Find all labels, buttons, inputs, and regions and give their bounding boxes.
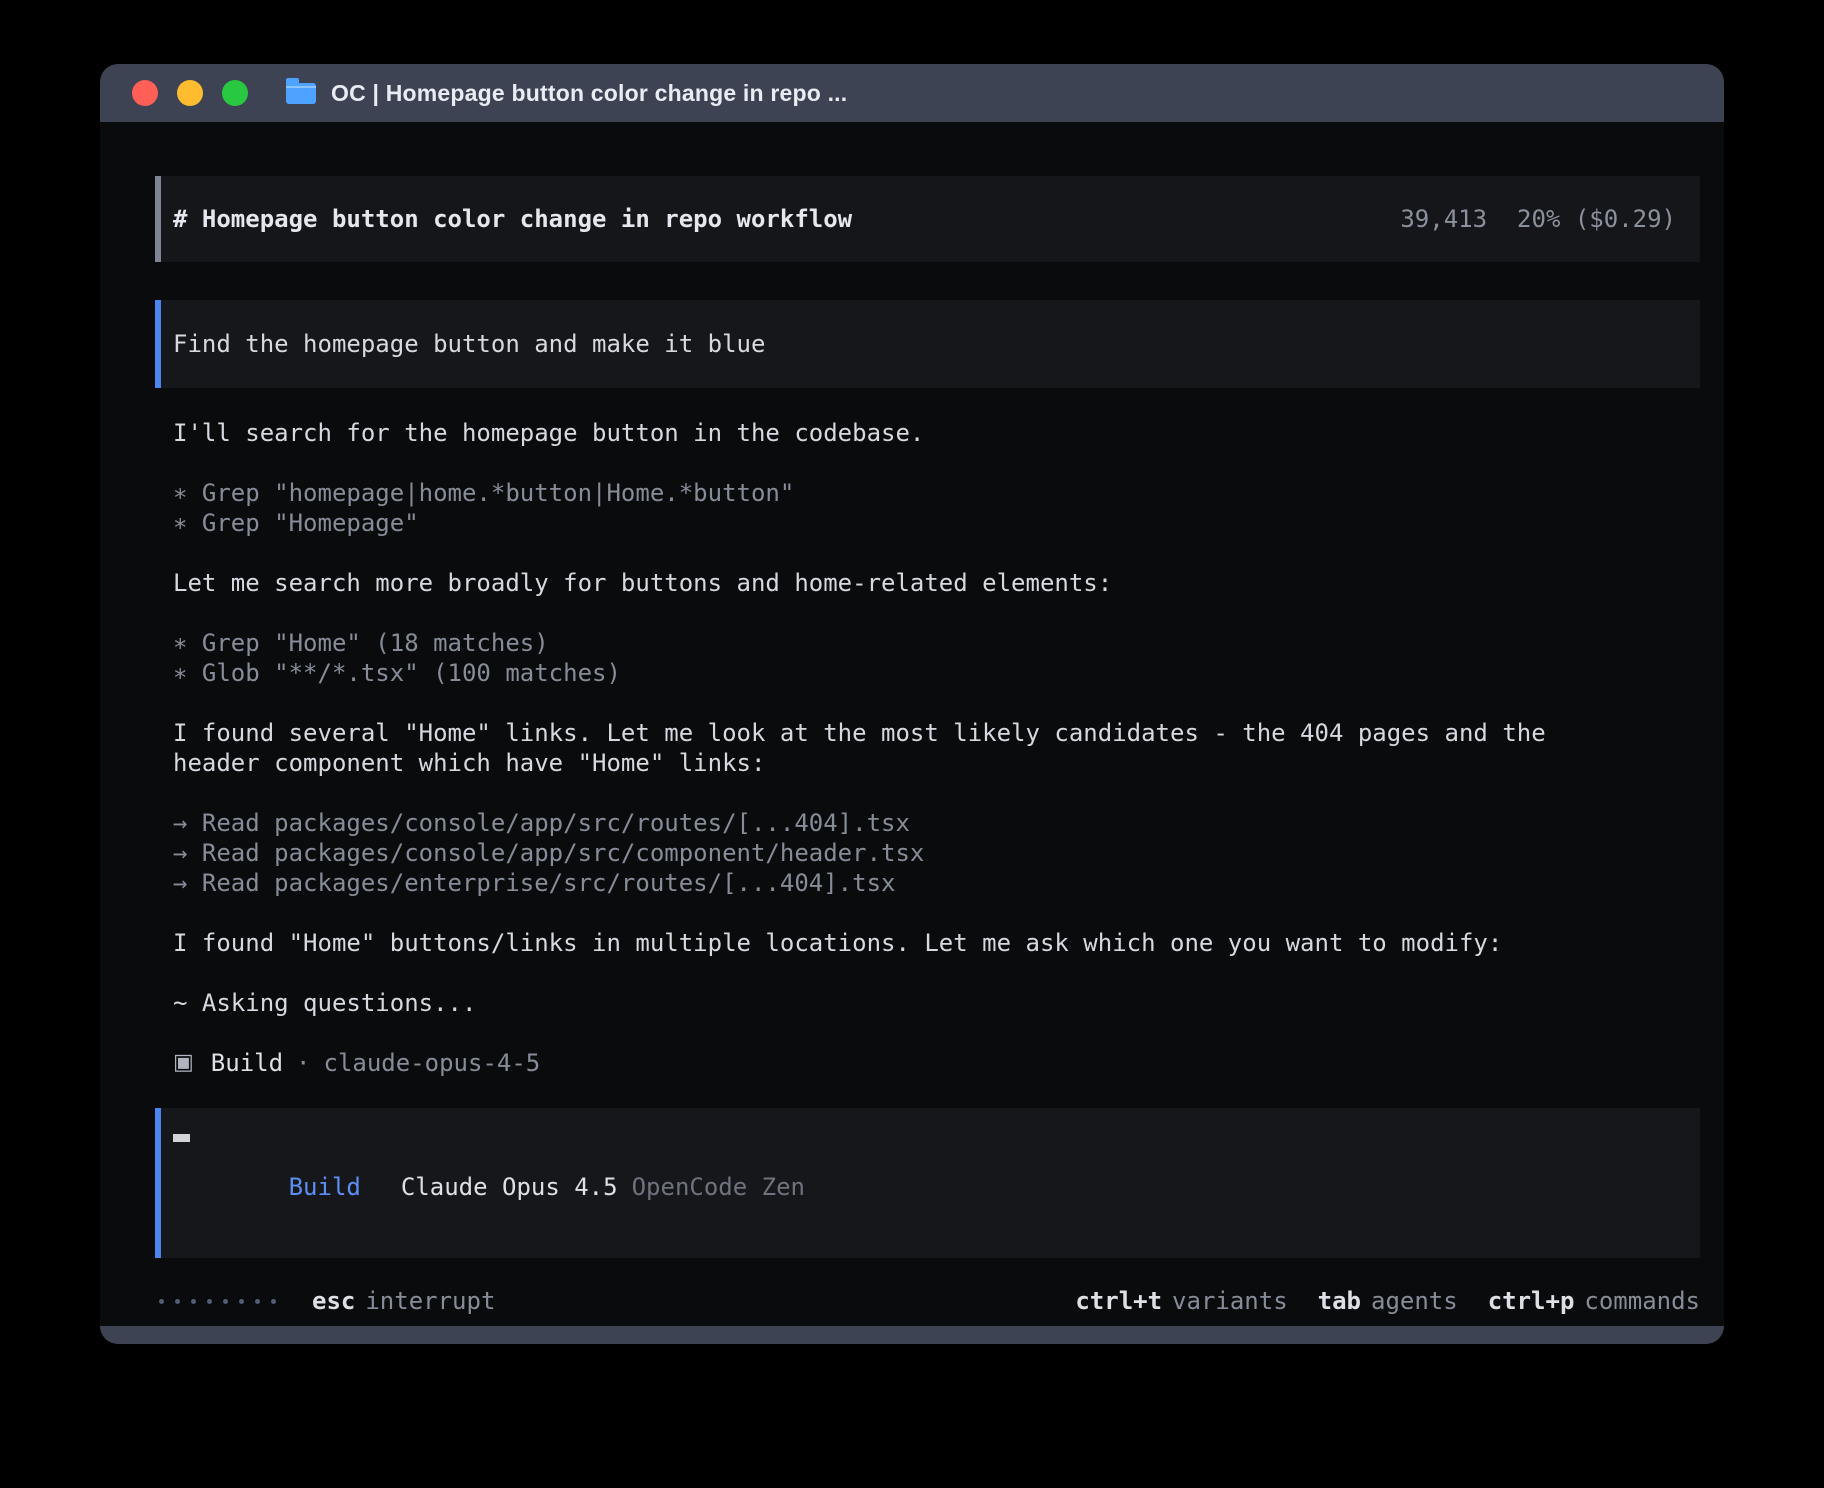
tool-call-line: ∗ Grep "homepage|home.*button|Home.*butt…	[173, 478, 1700, 508]
model-label: Claude Opus 4.5	[401, 1173, 618, 1201]
shortcut-key: tab	[1318, 1286, 1361, 1316]
folder-icon	[286, 83, 316, 104]
status-bar-shortcuts: ctrl+t variants tab agents ctrl+p commands	[1075, 1286, 1700, 1316]
tool-call-line: → Read packages/enterprise/src/routes/[.…	[173, 868, 1700, 898]
assistant-text: I'll search for the homepage button in t…	[155, 418, 1700, 448]
agent-name: Build	[211, 1048, 283, 1078]
progress-dot	[223, 1299, 228, 1304]
shortcut-label: commands	[1584, 1286, 1700, 1316]
text-line: header component which have "Home" links…	[173, 748, 1700, 778]
conversation: I'll search for the homepage button in t…	[155, 418, 1700, 1018]
progress-dot	[175, 1299, 180, 1304]
input-status-row: Build Claude Opus 4.5 OpenCode Zen	[173, 1142, 805, 1232]
status-bar-left: esc interrupt	[159, 1286, 495, 1316]
agent-status-row: ▣ Build · claude-opus-4-5	[155, 1048, 1700, 1078]
text-line: I found several "Home" links. Let me loo…	[173, 718, 1700, 748]
agent-mode-label[interactable]: Build	[289, 1173, 361, 1201]
window-title: OC | Homepage button color change in rep…	[331, 80, 847, 107]
shortcut-key: ctrl+p	[1488, 1286, 1575, 1316]
tool-call-group: ∗ Grep "homepage|home.*button|Home.*butt…	[155, 478, 1700, 538]
esc-key-label: interrupt	[365, 1286, 495, 1316]
progress-dots	[159, 1299, 276, 1304]
status-bar: esc interrupt ctrl+tvariantstabagentsctr…	[155, 1286, 1700, 1316]
tool-call-line: ∗ Grep "Homepage"	[173, 508, 1700, 538]
shortcut-hint: tab agents	[1318, 1286, 1458, 1316]
window-bottom-edge	[100, 1326, 1724, 1344]
text-cursor	[173, 1134, 190, 1142]
text-line: I found "Home" buttons/links in multiple…	[173, 928, 1700, 958]
model-id: claude-opus-4-5	[324, 1048, 541, 1078]
session-title: # Homepage button color change in repo w…	[173, 204, 852, 234]
shortcut-hint: ctrl+t variants	[1075, 1286, 1287, 1316]
tool-call-line: ∗ Grep "Home" (18 matches)	[173, 628, 1700, 658]
zoom-button[interactable]	[222, 80, 248, 106]
shortcut-label: agents	[1371, 1286, 1458, 1316]
provider-label: OpenCode Zen	[632, 1173, 805, 1201]
user-message-text: Find the homepage button and make it blu…	[173, 329, 765, 359]
terminal-content: # Homepage button color change in repo w…	[100, 122, 1724, 1326]
tool-call-line: → Read packages/console/app/src/routes/[…	[173, 808, 1700, 838]
traffic-lights	[132, 80, 248, 106]
session-header: # Homepage button color change in repo w…	[155, 176, 1700, 262]
assistant-text: Let me search more broadly for buttons a…	[155, 568, 1700, 598]
session-stats: 39,413 20% ($0.29)	[1400, 204, 1676, 234]
text-line: ~ Asking questions...	[173, 988, 1700, 1018]
agent-status-icon: ▣	[173, 1048, 194, 1078]
progress-dot	[159, 1299, 164, 1304]
text-line: I'll search for the homepage button in t…	[173, 418, 1700, 448]
tool-call-group: → Read packages/console/app/src/routes/[…	[155, 808, 1700, 898]
tool-call-group: ∗ Grep "Home" (18 matches)∗ Glob "**/*.t…	[155, 628, 1700, 688]
progress-dot	[239, 1299, 244, 1304]
progress-dot	[191, 1299, 196, 1304]
shortcut-hint: ctrl+p commands	[1488, 1286, 1700, 1316]
user-message: Find the homepage button and make it blu…	[155, 300, 1700, 388]
close-button[interactable]	[132, 80, 158, 106]
context-usage: 20% ($0.29)	[1517, 205, 1676, 233]
minimize-button[interactable]	[177, 80, 203, 106]
progress-dot	[207, 1299, 212, 1304]
terminal-window: OC | Homepage button color change in rep…	[100, 64, 1724, 1344]
assistant-text: ~ Asking questions...	[155, 988, 1700, 1018]
tool-call-line: → Read packages/console/app/src/componen…	[173, 838, 1700, 868]
progress-dot	[255, 1299, 260, 1304]
text-line: Let me search more broadly for buttons a…	[173, 568, 1700, 598]
esc-key-hint: esc	[312, 1286, 355, 1316]
titlebar[interactable]: OC | Homepage button color change in rep…	[100, 64, 1724, 122]
tool-call-line: ∗ Glob "**/*.tsx" (100 matches)	[173, 658, 1700, 688]
shortcut-key: ctrl+t	[1075, 1286, 1162, 1316]
assistant-text: I found "Home" buttons/links in multiple…	[155, 928, 1700, 958]
token-count: 39,413	[1400, 205, 1487, 233]
separator-dot: ·	[296, 1048, 310, 1078]
progress-dot	[271, 1299, 276, 1304]
shortcut-label: variants	[1172, 1286, 1288, 1316]
prompt-input[interactable]: Build Claude Opus 4.5 OpenCode Zen	[155, 1108, 1700, 1258]
assistant-text: I found several "Home" links. Let me loo…	[155, 718, 1700, 778]
